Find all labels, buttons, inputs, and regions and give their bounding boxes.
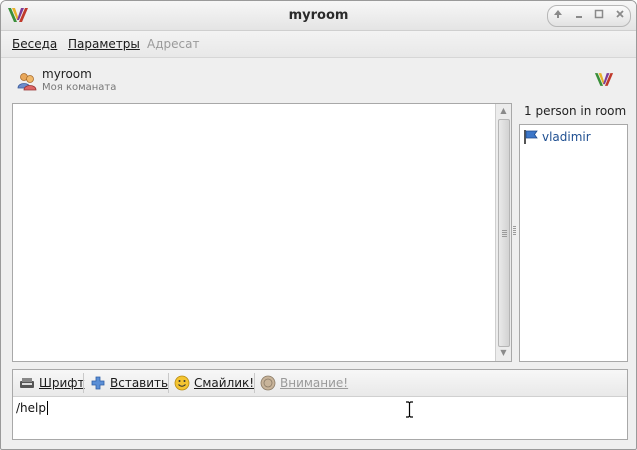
text-caret (46, 401, 48, 415)
font-button-label: Шрифт (39, 376, 85, 390)
occupant-list: vladimir (519, 124, 628, 362)
scroll-up-arrow-icon[interactable]: ▲ (496, 104, 511, 118)
occupant-item[interactable]: vladimir (523, 129, 591, 145)
menu-bar: Беседа Параметры Адресат (1, 31, 636, 58)
message-input[interactable]: /help (16, 401, 48, 415)
chat-window: myroom Беседа Параметры Адресат myroom М… (0, 0, 637, 450)
toolbar-separator (168, 373, 169, 393)
menu-recipient[interactable]: Адресат (147, 37, 199, 51)
status-flag-icon (524, 130, 538, 144)
compose-area: Шрифт Вставить Смайлик! Внимание! /help (12, 369, 628, 440)
compose-toolbar: Шрифт Вставить Смайлик! Внимание! (13, 370, 627, 397)
scroll-thumb[interactable] (498, 119, 510, 347)
maximize-button[interactable] (592, 9, 606, 23)
occupant-count: 1 person in room (524, 104, 627, 118)
insert-button[interactable]: Вставить (90, 370, 168, 396)
window-title: myroom (288, 8, 349, 23)
title-bar: myroom (1, 1, 636, 31)
chat-log[interactable]: ▲ ▼ (12, 103, 512, 362)
minimize-button[interactable] (572, 9, 586, 23)
scroll-down-arrow-icon[interactable]: ▼ (496, 346, 511, 360)
close-button[interactable] (613, 9, 627, 23)
keep-above-button[interactable] (551, 9, 565, 23)
app-logo-icon (594, 73, 614, 86)
menu-options-label: Параметры (68, 37, 140, 51)
toolbar-separator (254, 373, 255, 393)
menu-conversation[interactable]: Беседа (12, 37, 57, 51)
group-users-icon (17, 73, 37, 91)
attention-button-label: Внимание! (280, 376, 349, 390)
pane-splitter[interactable] (513, 226, 516, 236)
smiley-button-label: Смайлик! (194, 376, 255, 390)
arrow-up-icon (554, 10, 563, 18)
occupant-name: vladimir (542, 130, 591, 144)
toolbar-separator (83, 373, 84, 393)
room-header: myroom Моя команата (1, 58, 636, 102)
maximize-icon (595, 9, 604, 19)
plus-icon (91, 376, 105, 390)
smiley-icon (174, 375, 190, 391)
menu-recipient-label: Адресат (147, 37, 200, 51)
font-button[interactable]: Шрифт (19, 370, 85, 396)
menu-options[interactable]: Параметры (68, 37, 140, 51)
chat-log-scrollbar[interactable]: ▲ ▼ (495, 104, 511, 361)
insert-button-label: Вставить (110, 376, 169, 390)
smiley-button[interactable]: Смайлик! (174, 370, 254, 396)
close-icon (616, 10, 624, 18)
room-description: Моя команата (42, 82, 117, 93)
ibeam-cursor-icon (406, 401, 413, 418)
attention-button[interactable]: Внимание! (260, 370, 348, 396)
grip-icon (502, 230, 507, 238)
menu-conversation-label: Беседа (12, 37, 58, 51)
attention-icon (260, 375, 276, 391)
window-controls (547, 5, 631, 27)
room-name: myroom (42, 67, 92, 81)
minimize-icon (575, 16, 582, 18)
font-icon (20, 378, 34, 388)
message-input-text: /help (16, 401, 46, 415)
